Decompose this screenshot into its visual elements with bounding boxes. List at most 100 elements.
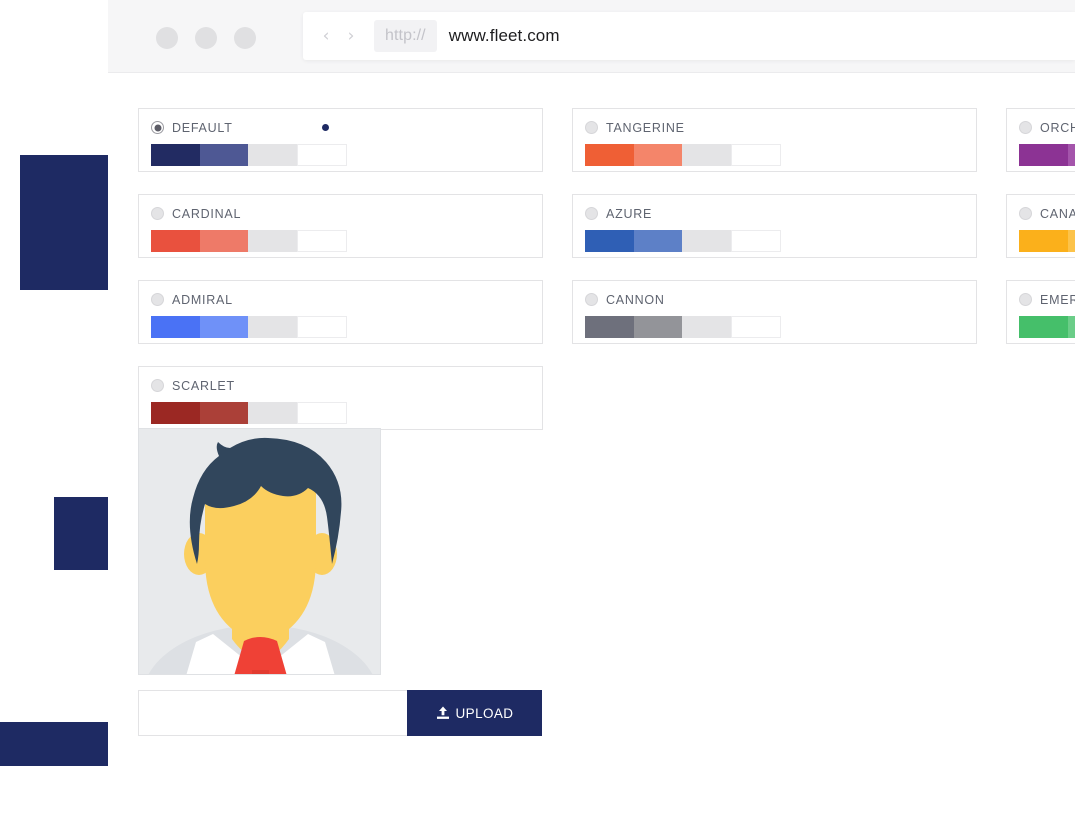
theme-card-header: CANARY bbox=[1019, 206, 1075, 221]
theme-label: AZURE bbox=[606, 206, 653, 221]
swatch-segment-1 bbox=[585, 316, 634, 338]
theme-card-header: ADMIRAL bbox=[151, 292, 530, 307]
swatch-segment-1 bbox=[1019, 144, 1068, 166]
swatch-segment-4 bbox=[730, 230, 781, 252]
swatch-segment-1 bbox=[585, 230, 634, 252]
theme-label: DEFAULT bbox=[172, 120, 233, 135]
swatch-segment-2 bbox=[199, 402, 248, 424]
theme-label: CANNON bbox=[606, 292, 665, 307]
swatch-segment-1 bbox=[585, 144, 634, 166]
upload-filename-input[interactable] bbox=[138, 690, 407, 736]
user-avatar-illustration bbox=[139, 429, 380, 674]
radio-tangerine[interactable] bbox=[585, 121, 598, 134]
forward-arrow-icon[interactable]: › bbox=[340, 25, 362, 47]
swatch-strip bbox=[585, 316, 781, 338]
swatch-segment-4 bbox=[296, 230, 347, 252]
window-traffic-lights[interactable] bbox=[156, 27, 256, 49]
url-text[interactable]: www.fleet.com bbox=[449, 26, 560, 46]
decorative-block-bar bbox=[0, 722, 111, 766]
maximize-window-dot[interactable] bbox=[234, 27, 256, 49]
theme-column-3: ORCHID CANARY EMERALD bbox=[1006, 108, 1075, 430]
cursor-pointer-dot bbox=[322, 124, 329, 131]
theme-label: EMERALD bbox=[1040, 292, 1075, 307]
swatch-segment-4 bbox=[730, 316, 781, 338]
theme-card-header: DEFAULT bbox=[151, 120, 530, 135]
radio-admiral[interactable] bbox=[151, 293, 164, 306]
minimize-window-dot[interactable] bbox=[195, 27, 217, 49]
radio-default[interactable] bbox=[151, 121, 164, 134]
swatch-segment-1 bbox=[151, 316, 200, 338]
swatch-segment-1 bbox=[151, 144, 200, 166]
theme-card-azure[interactable]: AZURE bbox=[572, 194, 977, 258]
upload-control: UPLOAD bbox=[138, 690, 542, 736]
radio-canary[interactable] bbox=[1019, 207, 1032, 220]
theme-column-1: DEFAULT CARDINAL ADMIRAL SCARLET bbox=[138, 108, 543, 430]
theme-card-admiral[interactable]: ADMIRAL bbox=[138, 280, 543, 344]
avatar-preview[interactable] bbox=[138, 428, 381, 675]
theme-card-default[interactable]: DEFAULT bbox=[138, 108, 543, 172]
theme-label: TANGERINE bbox=[606, 120, 685, 135]
theme-card-tangerine[interactable]: TANGERINE bbox=[572, 108, 977, 172]
theme-label: CARDINAL bbox=[172, 206, 242, 221]
browser-chrome: ‹ › http:// www.fleet.com bbox=[108, 0, 1075, 73]
radio-azure[interactable] bbox=[585, 207, 598, 220]
radio-scarlet[interactable] bbox=[151, 379, 164, 392]
radio-orchid[interactable] bbox=[1019, 121, 1032, 134]
browser-window: ‹ › http:// www.fleet.com DEFAULT CARDINA… bbox=[108, 0, 1075, 823]
upload-button[interactable]: UPLOAD bbox=[407, 690, 542, 736]
theme-card-emerald[interactable]: EMERALD bbox=[1006, 280, 1075, 344]
upload-icon bbox=[436, 706, 449, 719]
swatch-segment-3 bbox=[682, 230, 731, 252]
radio-cardinal[interactable] bbox=[151, 207, 164, 220]
swatch-strip bbox=[585, 144, 781, 166]
swatch-segment-2 bbox=[1067, 144, 1075, 166]
close-window-dot[interactable] bbox=[156, 27, 178, 49]
swatch-segment-1 bbox=[151, 402, 200, 424]
swatch-segment-2 bbox=[633, 230, 682, 252]
theme-card-canary[interactable]: CANARY bbox=[1006, 194, 1075, 258]
swatch-segment-1 bbox=[1019, 316, 1068, 338]
theme-card-header: CANNON bbox=[585, 292, 964, 307]
radio-cannon[interactable] bbox=[585, 293, 598, 306]
swatch-segment-2 bbox=[1067, 230, 1075, 252]
upload-button-label: UPLOAD bbox=[455, 705, 514, 721]
back-arrow-icon[interactable]: ‹ bbox=[315, 25, 337, 47]
swatch-segment-4 bbox=[296, 402, 347, 424]
swatch-strip bbox=[151, 316, 347, 338]
swatch-strip bbox=[151, 402, 347, 424]
swatch-segment-4 bbox=[730, 144, 781, 166]
swatch-segment-2 bbox=[1067, 316, 1075, 338]
screenshot-stage: ‹ › http:// www.fleet.com DEFAULT CARDINA… bbox=[0, 0, 1075, 823]
swatch-segment-2 bbox=[199, 230, 248, 252]
swatch-strip bbox=[1019, 230, 1075, 252]
theme-label: SCARLET bbox=[172, 378, 235, 393]
swatch-segment-3 bbox=[248, 316, 297, 338]
swatch-strip bbox=[1019, 144, 1075, 166]
swatch-segment-3 bbox=[248, 230, 297, 252]
swatch-segment-2 bbox=[633, 316, 682, 338]
swatch-strip bbox=[585, 230, 781, 252]
theme-column-2: TANGERINE AZURE CANNON bbox=[572, 108, 977, 430]
theme-card-header: EMERALD bbox=[1019, 292, 1075, 307]
theme-card-cannon[interactable]: CANNON bbox=[572, 280, 977, 344]
theme-card-orchid[interactable]: ORCHID bbox=[1006, 108, 1075, 172]
swatch-segment-2 bbox=[199, 316, 248, 338]
theme-card-cardinal[interactable]: CARDINAL bbox=[138, 194, 543, 258]
theme-card-scarlet[interactable]: SCARLET bbox=[138, 366, 543, 430]
swatch-segment-3 bbox=[248, 144, 297, 166]
theme-card-header: TANGERINE bbox=[585, 120, 964, 135]
theme-label: ORCHID bbox=[1040, 120, 1075, 135]
swatch-strip bbox=[151, 144, 347, 166]
swatch-segment-4 bbox=[296, 316, 347, 338]
theme-card-header: AZURE bbox=[585, 206, 964, 221]
swatch-segment-2 bbox=[633, 144, 682, 166]
navigation-arrows: ‹ › bbox=[315, 25, 362, 47]
decorative-block-small bbox=[54, 497, 111, 570]
radio-emerald[interactable] bbox=[1019, 293, 1032, 306]
theme-card-header: SCARLET bbox=[151, 378, 530, 393]
address-bar[interactable]: ‹ › http:// www.fleet.com bbox=[303, 12, 1075, 60]
swatch-segment-3 bbox=[682, 144, 731, 166]
theme-label: ADMIRAL bbox=[172, 292, 233, 307]
swatch-segment-2 bbox=[199, 144, 248, 166]
theme-picker-grid: DEFAULT CARDINAL ADMIRAL SCARLET TANGERINE AZ… bbox=[138, 108, 1075, 430]
